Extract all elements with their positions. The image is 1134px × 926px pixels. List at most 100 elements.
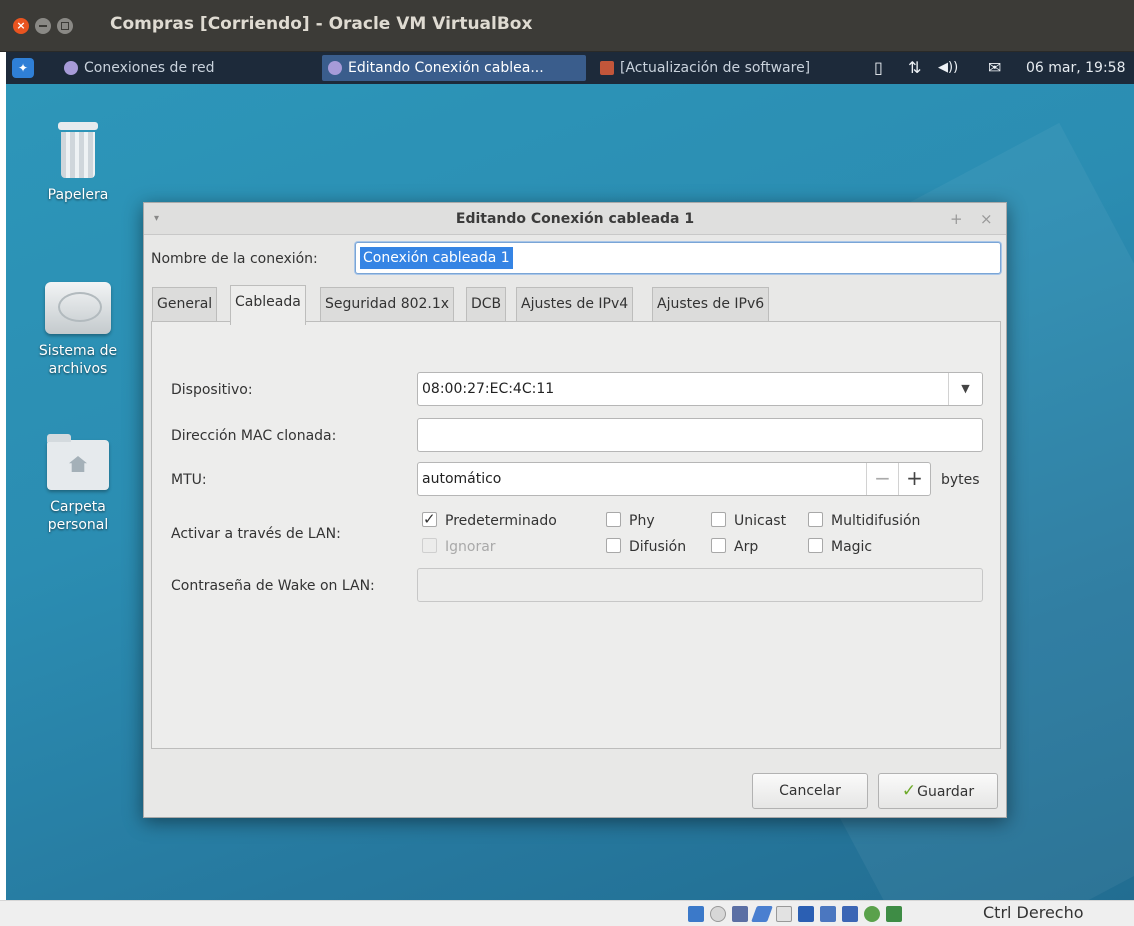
device-dropdown[interactable]: 08:00:27:EC:4C:11 ▼ bbox=[417, 372, 983, 406]
desktop-icon-home-folder[interactable]: Carpeta personal bbox=[28, 434, 128, 534]
shared-folder-icon[interactable] bbox=[776, 906, 792, 922]
taskbar-item-network-connections[interactable]: Conexiones de red bbox=[58, 55, 308, 81]
checkbox-icon bbox=[808, 538, 823, 553]
capture-icon[interactable] bbox=[842, 906, 858, 922]
battery-icon[interactable]: ▯ bbox=[874, 52, 883, 84]
edit-connection-dialog: ▾ Editando Conexión cableada 1 + × Nombr… bbox=[143, 202, 1007, 818]
host-key-label: Ctrl Derecho bbox=[983, 903, 1084, 922]
desktop-icon-trash[interactable]: Papelera bbox=[28, 122, 128, 204]
desktop-icon-label: personal bbox=[47, 517, 109, 533]
host-window-titlebar: × Compras [Corriendo] - Oracle VM Virtua… bbox=[0, 0, 1134, 52]
checkbox-icon bbox=[422, 538, 437, 553]
device-label: Dispositivo: bbox=[171, 382, 253, 398]
network-icon bbox=[64, 61, 78, 75]
cancel-button[interactable]: Cancelar bbox=[752, 773, 868, 809]
wol-broadcast-checkbox[interactable]: Difusión bbox=[606, 537, 686, 557]
cloned-mac-label: Dirección MAC clonada: bbox=[171, 428, 337, 444]
optical-drive-icon[interactable] bbox=[710, 906, 726, 922]
tab-wired[interactable]: Cableada bbox=[230, 285, 306, 325]
checkbox-label: Phy bbox=[629, 513, 655, 529]
checkmark-icon: ✓ bbox=[901, 781, 917, 801]
tab-ipv4[interactable]: Ajustes de IPv4 bbox=[516, 287, 634, 323]
checkbox-label: Predeterminado bbox=[445, 513, 557, 529]
hard-drive-icon bbox=[45, 282, 111, 334]
trash-icon bbox=[56, 122, 100, 180]
desktop-icon-label: Sistema de bbox=[38, 343, 118, 359]
checkbox-icon bbox=[606, 512, 621, 527]
checkbox-icon bbox=[808, 512, 823, 527]
app-menu-icon[interactable]: ✦ bbox=[12, 58, 34, 78]
desktop-icon-label: archivos bbox=[48, 361, 108, 377]
checkbox-icon bbox=[711, 538, 726, 553]
device-value: 08:00:27:EC:4C:11 bbox=[422, 381, 555, 397]
dialog-titlebar[interactable]: ▾ Editando Conexión cableada 1 + × bbox=[144, 203, 1006, 235]
mtu-increment-button[interactable]: + bbox=[898, 463, 930, 495]
clock[interactable]: 06 mar, 19:58 bbox=[1026, 52, 1125, 84]
vbox-statusbar: Ctrl Derecho bbox=[0, 900, 1134, 926]
home-folder-icon bbox=[47, 434, 109, 490]
tab-dcb[interactable]: DCB bbox=[466, 287, 507, 323]
taskbar-item-label: Editando Conexión cablea... bbox=[348, 60, 544, 76]
checkbox-label: Ignorar bbox=[445, 539, 496, 555]
wol-password-input bbox=[417, 568, 983, 602]
tab-bar: General Cableada Seguridad 802.1x DCB Aj… bbox=[152, 285, 1000, 325]
mtu-unit-label: bytes bbox=[941, 472, 980, 488]
dialog-title: Editando Conexión cableada 1 bbox=[455, 211, 695, 227]
mtu-label: MTU: bbox=[171, 472, 207, 488]
mail-icon[interactable]: ✉ bbox=[988, 52, 1001, 84]
checkbox-label: Unicast bbox=[734, 513, 787, 529]
mouse-integration-icon[interactable] bbox=[864, 906, 880, 922]
hard-disk-icon[interactable] bbox=[688, 906, 704, 922]
checkbox-label: Difusión bbox=[629, 539, 687, 555]
save-button[interactable]: ✓Guardar bbox=[878, 773, 998, 809]
usb-icon[interactable] bbox=[751, 906, 773, 922]
wol-ignore-checkbox: Ignorar bbox=[422, 537, 496, 557]
wol-phy-checkbox[interactable]: Phy bbox=[606, 511, 655, 531]
checkbox-icon bbox=[606, 538, 621, 553]
network-icon bbox=[328, 61, 342, 75]
display-icon[interactable] bbox=[798, 906, 814, 922]
software-update-icon bbox=[600, 61, 614, 75]
taskbar-item-label: Conexiones de red bbox=[84, 60, 215, 76]
volume-icon[interactable]: ◀)) bbox=[938, 52, 958, 84]
mtu-spinbutton[interactable]: automático − + bbox=[417, 462, 931, 496]
desktop-icon-filesystem[interactable]: Sistema de archivos bbox=[28, 282, 128, 378]
wol-magic-checkbox[interactable]: Magic bbox=[808, 537, 872, 557]
checkbox-label: Magic bbox=[831, 539, 873, 555]
wired-tab-panel: Dispositivo: 08:00:27:EC:4C:11 ▼ Direcci… bbox=[151, 321, 1001, 749]
connection-name-input[interactable]: Conexión cableada 1 bbox=[355, 242, 1001, 274]
maximize-icon[interactable]: + bbox=[950, 203, 963, 235]
guest-taskbar: ✦ Conexiones de red Editando Conexión ca… bbox=[6, 52, 1134, 84]
checkbox-checked-icon bbox=[422, 509, 437, 529]
close-icon[interactable]: × bbox=[980, 203, 993, 235]
wol-default-checkbox[interactable]: Predeterminado bbox=[422, 509, 557, 531]
host-window-title: Compras [Corriendo] - Oracle VM VirtualB… bbox=[110, 14, 533, 34]
keyboard-icon[interactable] bbox=[886, 906, 902, 922]
tab-8021x-security[interactable]: Seguridad 802.1x bbox=[320, 287, 455, 323]
tab-ipv6[interactable]: Ajustes de IPv6 bbox=[652, 287, 770, 323]
wol-password-label: Contraseña de Wake on LAN: bbox=[171, 578, 375, 594]
checkbox-label: Arp bbox=[734, 539, 759, 555]
window-menu-icon[interactable]: ▾ bbox=[154, 203, 159, 235]
desktop-icon-label: Papelera bbox=[47, 187, 109, 203]
wake-on-lan-label: Activar a través de LAN: bbox=[171, 526, 341, 542]
tab-general[interactable]: General bbox=[152, 287, 218, 323]
taskbar-item-editing-connection[interactable]: Editando Conexión cablea... bbox=[322, 55, 586, 81]
cloned-mac-input[interactable] bbox=[417, 418, 983, 452]
host-maximize-button[interactable] bbox=[57, 18, 73, 34]
wol-unicast-checkbox[interactable]: Unicast bbox=[711, 511, 786, 531]
mtu-decrement-button[interactable]: − bbox=[866, 463, 898, 495]
network-adapter-icon[interactable] bbox=[820, 906, 836, 922]
connection-name-label: Nombre de la conexión: bbox=[151, 251, 318, 267]
taskbar-item-software-update[interactable]: [Actualización de software] bbox=[594, 55, 864, 81]
wol-multicast-checkbox[interactable]: Multidifusión bbox=[808, 511, 920, 531]
chevron-down-icon[interactable]: ▼ bbox=[948, 373, 982, 405]
connection-name-value: Conexión cableada 1 bbox=[360, 247, 513, 269]
host-close-button[interactable]: × bbox=[13, 18, 29, 34]
host-minimize-button[interactable] bbox=[35, 18, 51, 34]
wol-arp-checkbox[interactable]: Arp bbox=[711, 537, 758, 557]
save-button-label: Guardar bbox=[917, 784, 975, 800]
audio-icon[interactable] bbox=[732, 906, 748, 922]
checkbox-label: Multidifusión bbox=[831, 513, 921, 529]
network-status-icon[interactable]: ⇅ bbox=[908, 52, 921, 84]
